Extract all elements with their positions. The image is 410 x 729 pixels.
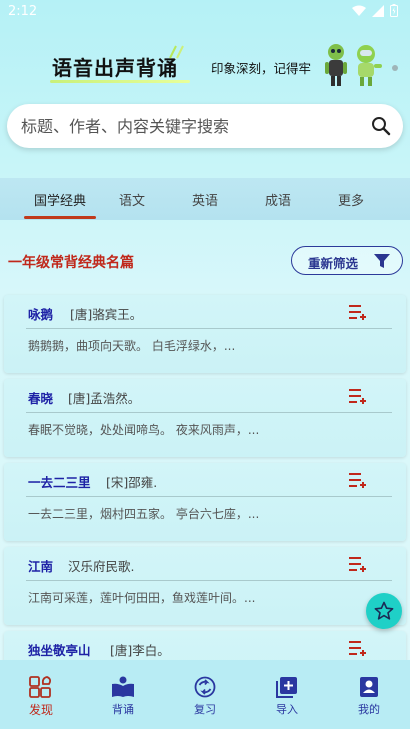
- poem-author: [唐]孟浩然。: [68, 391, 141, 406]
- add-to-list-icon[interactable]: [348, 387, 368, 405]
- poem-title: 江南: [28, 559, 54, 574]
- status-bar: 2:12: [0, 0, 410, 24]
- star-icon: [374, 601, 394, 620]
- nav-profile-label: 我的: [358, 703, 380, 716]
- poem-card[interactable]: 江南 汉乐府民歌. 江南可采莲，莲叶何田田，鱼戏莲叶间。...: [4, 547, 406, 625]
- sparkle-icon: [169, 45, 184, 59]
- bottom-nav: 发现 背诵 复习 导入 我的: [0, 660, 410, 729]
- nav-discover[interactable]: 发现: [0, 660, 82, 729]
- card-divider: [26, 580, 392, 581]
- review-icon: [194, 676, 216, 698]
- refilter-label: 重新筛选: [308, 256, 359, 271]
- search-input[interactable]: [21, 104, 361, 148]
- nav-recite-label: 背诵: [112, 703, 134, 716]
- poem-card[interactable]: 咏鹅 [唐]骆宾王。 鹅鹅鹅，曲项向天歌。 白毛浮绿水，...: [4, 295, 406, 373]
- wifi-icon: [352, 5, 366, 16]
- favorite-fab-button[interactable]: [366, 593, 402, 629]
- nav-discover-label: 发现: [28, 703, 53, 717]
- poem-title: 春晓: [28, 391, 54, 406]
- add-to-list-icon[interactable]: [348, 471, 368, 489]
- poem-excerpt: 一去二三里，烟村四五家。 亭台六七座，...: [28, 507, 260, 521]
- page-indicator-dot: [392, 65, 398, 71]
- poem-title: 咏鹅: [28, 307, 54, 322]
- section-title: 一年级常背经典名篇: [8, 255, 134, 271]
- card-divider: [26, 412, 392, 413]
- poem-card[interactable]: 春晓 [唐]孟浩然。 春眠不觉晓，处处闻啼鸟。 夜来风雨声，...: [4, 379, 406, 457]
- nav-recite[interactable]: 背诵: [82, 660, 164, 729]
- add-to-list-icon[interactable]: [348, 303, 368, 321]
- nav-import-label: 导入: [276, 703, 298, 716]
- poem-title: 独坐敬亭山: [28, 643, 91, 658]
- poem-card[interactable]: 一去二三里 [宋]邵雍. 一去二三里，烟村四五家。 亭台六七座，...: [4, 463, 406, 541]
- search-icon[interactable]: [371, 116, 391, 136]
- poem-excerpt: 江南可采莲，莲叶何田田，鱼戏莲叶间。...: [28, 591, 256, 605]
- tab-more[interactable]: 更多: [315, 190, 387, 209]
- tab-chinese[interactable]: 语文: [96, 190, 168, 209]
- poem-excerpt: 春眠不觉晓，处处闻啼鸟。 夜来风雨声，...: [28, 423, 260, 437]
- filter-icon: [374, 254, 390, 268]
- nav-review-label: 复习: [194, 703, 216, 716]
- poem-author: [唐]骆宾王。: [70, 307, 143, 322]
- refilter-button[interactable]: 重新筛选: [291, 246, 403, 275]
- tab-english[interactable]: 英语: [169, 190, 241, 209]
- profile-icon: [360, 677, 378, 697]
- import-icon: [276, 677, 297, 698]
- status-icons: [352, 4, 398, 17]
- card-divider: [26, 496, 392, 497]
- app-title: 语音出声背诵: [52, 56, 178, 80]
- tab-idioms[interactable]: 成语: [242, 190, 314, 209]
- tab-guoxue[interactable]: 国学经典: [24, 190, 96, 209]
- search-bar[interactable]: [7, 104, 403, 148]
- poem-author: [宋]邵雍.: [106, 475, 158, 490]
- category-tabs: 国学经典 语文 英语 成语 更多: [0, 178, 410, 220]
- nav-review[interactable]: 复习: [164, 660, 246, 729]
- poem-author: [唐]李白。: [110, 643, 170, 658]
- signal-icon: [372, 4, 384, 17]
- discover-icon: [29, 676, 52, 698]
- card-divider: [26, 328, 392, 329]
- app-slogan: 印象深刻，记得牢: [211, 61, 312, 76]
- app-header: 语音出声背诵 印象深刻，记得牢: [0, 38, 410, 98]
- add-to-list-icon[interactable]: [348, 639, 368, 657]
- add-to-list-icon[interactable]: [348, 555, 368, 573]
- poem-author: 汉乐府民歌.: [68, 559, 135, 574]
- nav-profile[interactable]: 我的: [328, 660, 410, 729]
- tab-active-indicator: [24, 216, 96, 219]
- nav-import[interactable]: 导入: [246, 660, 328, 729]
- poem-excerpt: 鹅鹅鹅，曲项向天歌。 白毛浮绿水，...: [28, 339, 236, 353]
- book-icon: [112, 676, 134, 697]
- poem-title: 一去二三里: [28, 475, 91, 490]
- battery-icon: [390, 4, 398, 17]
- robot-mascot-icon: [325, 44, 382, 86]
- status-time: 2:12: [8, 4, 38, 19]
